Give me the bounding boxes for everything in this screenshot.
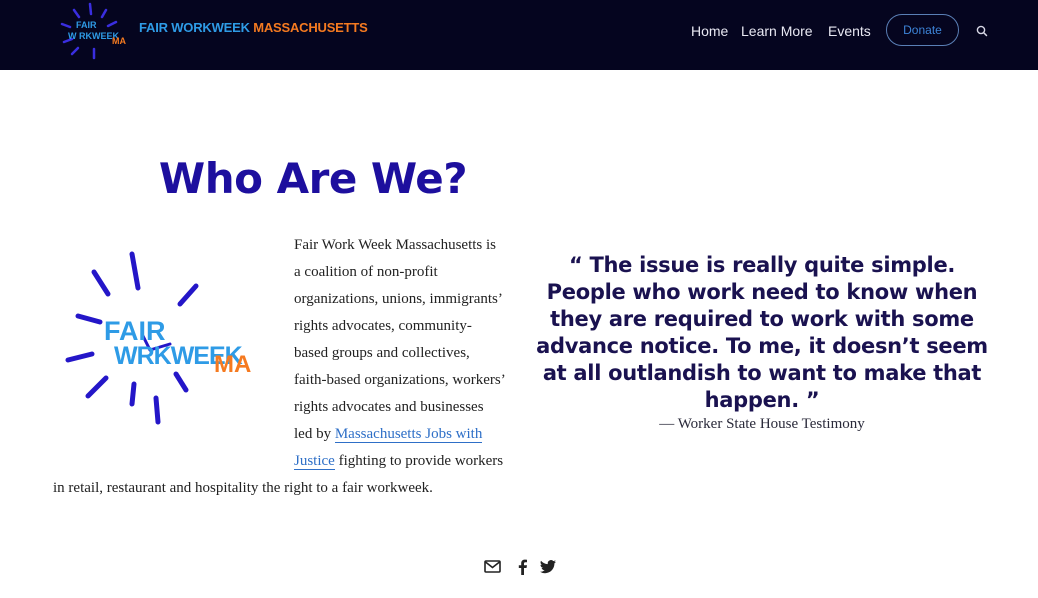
site-logo-text[interactable]: FAIR WORKWEEK MASSACHUSETTS [139, 20, 368, 35]
svg-text:MA: MA [214, 351, 251, 378]
nav-learn-more[interactable]: Learn More [741, 20, 813, 42]
testimony-quote: “ The issue is really quite simple. Peop… [536, 253, 988, 412]
paragraph-text-before: Fair Work Week Massachusetts is a coalit… [294, 237, 505, 442]
fair-workweek-logo-image: FAIR WRKWEEK MA [65, 251, 251, 425]
twitter-icon[interactable] [538, 557, 558, 577]
logo-text-part2: MASSACHUSETTS [253, 20, 368, 35]
site-header: FAIR W RKWEEK MA FAIR WORKWEEK MASSACHUS… [0, 0, 1038, 70]
quote-attribution: — Worker State House Testimony [659, 416, 865, 432]
search-icon[interactable] [975, 24, 989, 38]
svg-text:FAIR: FAIR [76, 20, 97, 30]
facebook-icon[interactable] [513, 557, 533, 577]
logo-mark-icon[interactable]: FAIR W RKWEEK MA [58, 2, 132, 60]
svg-text:MA: MA [112, 36, 126, 46]
mail-icon[interactable] [483, 557, 503, 577]
donate-button[interactable]: Donate [886, 14, 959, 46]
page-title: Who Are We? [158, 154, 468, 203]
nav-events[interactable]: Events [828, 20, 871, 42]
nav-home[interactable]: Home [691, 20, 728, 42]
logo-text-part1: FAIR WORKWEEK [139, 20, 254, 35]
